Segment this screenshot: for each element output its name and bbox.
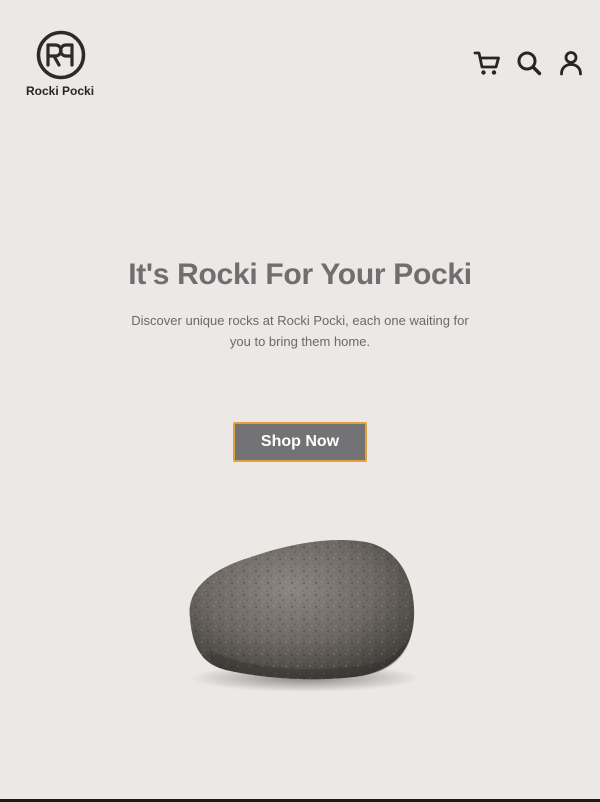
header-nav	[472, 48, 586, 78]
cart-icon[interactable]	[472, 48, 502, 78]
user-icon[interactable]	[556, 48, 586, 78]
hero-subtitle: Discover unique rocks at Rocki Pocki, ea…	[131, 313, 469, 349]
brand-name: Rocki Pocki	[26, 84, 95, 98]
hero-title: It's Rocki For Your Pocki	[128, 258, 472, 291]
landing-page: Rocki Pocki It's Rocki For Your Pocki Di…	[0, 0, 600, 802]
search-icon[interactable]	[514, 48, 544, 78]
rp-monogram-icon	[36, 30, 86, 80]
rock-image	[189, 539, 420, 692]
brand-logo[interactable]: Rocki Pocki	[26, 30, 94, 98]
shop-now-button[interactable]: Shop Now	[233, 422, 367, 462]
